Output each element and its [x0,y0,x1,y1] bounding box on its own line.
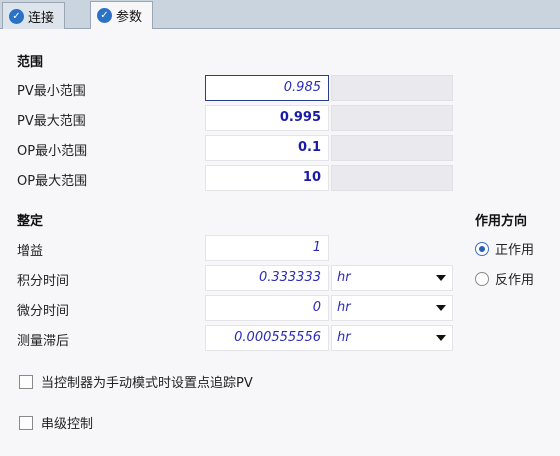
op-max-range-input[interactable]: 10 [205,165,329,191]
check-circle-icon: ✓ [97,8,112,23]
radio-unchecked-icon [475,271,489,286]
direct-action-label: 正作用 [495,243,535,258]
track-pv-label: 当控制器为手动模式时设置点追踪PV [41,376,253,391]
track-pv-checkbox[interactable]: 当控制器为手动模式时设置点追踪PV [19,372,253,391]
gain-label: 增益 [17,244,44,259]
measurement-lag-input[interactable]: 0.000555556 [205,325,329,351]
chevron-down-icon [436,275,446,281]
derivative-time-input[interactable]: 0 [205,295,329,321]
tab-label: 参数 [116,10,143,25]
op-min-unit-box [331,135,453,161]
chevron-down-icon [436,335,446,341]
pv-max-range-input[interactable]: 0.995 [205,105,329,131]
cascade-control-checkbox[interactable]: 串级控制 [19,413,93,432]
reverse-action-radio[interactable]: 反作用 [475,269,534,288]
tuning-section-title: 整定 [17,214,44,229]
direction-title: 作用方向 [475,214,528,229]
parameters-panel: 范围 PV最小范围 0.985 PV最大范围 0.995 OP最小范围 0.1 … [0,29,560,456]
derivative-time-label: 微分时间 [17,304,70,319]
pv-min-label: PV最小范围 [17,84,86,99]
pv-max-unit-box [331,105,453,131]
checkbox-icon [19,374,33,389]
check-circle-icon: ✓ [9,8,24,24]
direct-action-radio[interactable]: 正作用 [475,239,534,258]
tab-parameters[interactable]: ✓ 参数 [90,1,154,29]
measurement-lag-label: 测量滞后 [17,334,70,349]
derivative-time-unit-select[interactable]: hr [331,295,453,321]
op-max-label: OP最大范围 [17,174,88,189]
tab-bar: ✓ 连接 ✓ 参数 [0,0,560,29]
measurement-lag-unit-value: hr [337,330,351,345]
op-min-range-input[interactable]: 0.1 [205,135,329,161]
integral-time-input[interactable]: 0.333333 [205,265,329,291]
checkbox-icon [19,415,33,430]
op-max-unit-box [331,165,453,191]
tab-connections[interactable]: ✓ 连接 [2,2,66,29]
integral-time-unit-select[interactable]: hr [331,265,453,291]
pv-max-label: PV最大范围 [17,114,86,129]
cascade-control-label: 串级控制 [41,417,94,432]
measurement-lag-unit-select[interactable]: hr [331,325,453,351]
radio-checked-icon [475,241,489,256]
gain-input[interactable]: 1 [205,235,329,261]
integral-time-unit-value: hr [337,270,351,285]
pv-min-unit-box [331,75,453,101]
tab-label: 连接 [28,10,55,26]
range-section-title: 范围 [17,55,44,70]
integral-time-label: 积分时间 [17,274,70,289]
derivative-time-unit-value: hr [337,300,351,315]
reverse-action-label: 反作用 [495,273,535,288]
op-min-label: OP最小范围 [17,144,88,159]
chevron-down-icon [436,305,446,311]
pv-min-range-input[interactable]: 0.985 [205,75,329,101]
